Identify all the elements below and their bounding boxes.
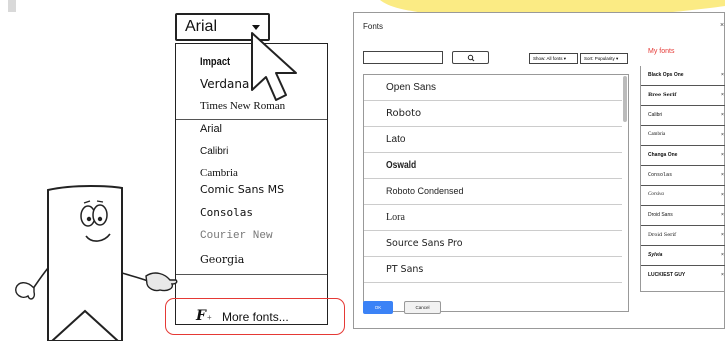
- remove-icon[interactable]: ×: [721, 112, 724, 118]
- remove-icon[interactable]: ×: [721, 192, 724, 198]
- font-list-label: Roboto: [386, 108, 422, 119]
- font-list-item[interactable]: Roboto Condensed: [364, 179, 622, 205]
- my-font-item[interactable]: Calibri ×: [641, 106, 725, 126]
- font-list-label: Source Sans Pro: [386, 238, 463, 249]
- my-font-item[interactable]: Consolas ×: [641, 166, 725, 186]
- remove-icon[interactable]: ×: [721, 232, 724, 238]
- my-font-label: Black Ops One: [648, 72, 684, 78]
- my-font-item[interactable]: LUCKIEST GUY ×: [641, 266, 725, 286]
- font-list-label: Open Sans: [386, 82, 437, 93]
- remove-icon[interactable]: ×: [721, 212, 724, 218]
- font-option-comic-sans-ms[interactable]: Comic Sans MS: [200, 183, 284, 196]
- my-fonts-list: Black Ops One × Bree Serif × Calibri × C…: [640, 66, 725, 292]
- my-font-item[interactable]: Droid Serif ×: [641, 226, 725, 246]
- font-list-label: Oswald: [386, 160, 417, 171]
- cancel-button[interactable]: Cancel: [404, 301, 441, 314]
- my-font-label: LUCKIEST GUY: [648, 272, 686, 278]
- font-option-courier-new[interactable]: Courier New: [200, 230, 273, 242]
- my-font-item[interactable]: Corsiva ×: [641, 186, 725, 206]
- my-font-label: Sylvia: [648, 252, 663, 258]
- search-button[interactable]: [452, 51, 489, 64]
- font-list-label: Lato: [386, 134, 406, 145]
- font-option-impact[interactable]: Impact: [200, 56, 230, 68]
- my-font-item[interactable]: Black Ops One ×: [641, 66, 725, 86]
- document-mascot: [15, 185, 178, 341]
- my-font-label: Corsiva: [648, 192, 664, 197]
- font-option-calibri[interactable]: Calibri: [200, 146, 228, 157]
- remove-icon[interactable]: ×: [721, 272, 724, 278]
- my-font-item[interactable]: Cambria ×: [641, 126, 725, 146]
- font-search-input[interactable]: [363, 51, 443, 64]
- close-icon[interactable]: ×: [720, 22, 724, 29]
- font-list-item[interactable]: Oswald: [364, 153, 622, 179]
- ok-button[interactable]: OK: [363, 301, 393, 314]
- font-list-item[interactable]: Source Sans Pro: [364, 231, 622, 257]
- mouse-pointer-icon: [251, 32, 297, 101]
- font-list-label: PT Sans: [386, 264, 424, 275]
- font-option-georgia[interactable]: Georgia: [200, 253, 244, 266]
- remove-icon[interactable]: ×: [721, 152, 724, 158]
- remove-icon[interactable]: ×: [721, 92, 724, 98]
- corner-block: [8, 0, 16, 12]
- font-list-item[interactable]: Lato: [364, 127, 622, 153]
- font-list-item[interactable]: Open Sans: [364, 75, 622, 101]
- my-fonts-title: My fonts: [648, 48, 675, 55]
- font-list-scrollbar[interactable]: [623, 76, 627, 122]
- show-filter-select[interactable]: Show: All fonts ▾: [529, 53, 578, 64]
- my-font-label: Consolas: [648, 172, 673, 178]
- remove-icon[interactable]: ×: [721, 172, 724, 178]
- remove-icon[interactable]: ×: [721, 132, 724, 138]
- font-list-label: Lora: [386, 212, 405, 223]
- font-list: Open Sans Roboto Lato Oswald Roboto Cond…: [363, 74, 629, 312]
- my-font-label: Cambria: [648, 132, 666, 137]
- my-font-label: Calibri: [648, 112, 663, 118]
- menu-divider: [176, 119, 327, 120]
- my-font-label: Bree Serif: [648, 92, 677, 98]
- my-font-label: Changa One: [648, 152, 678, 158]
- font-option-verdana[interactable]: Verdana: [200, 77, 249, 91]
- remove-icon[interactable]: ×: [721, 72, 724, 78]
- my-font-item[interactable]: Changa One ×: [641, 146, 725, 166]
- my-font-item[interactable]: Droid Sans ×: [641, 206, 725, 226]
- font-list-item[interactable]: Roboto: [364, 101, 622, 127]
- font-option-consolas[interactable]: Consolas: [200, 206, 253, 219]
- my-font-label: Droid Serif: [648, 232, 677, 238]
- sort-select[interactable]: Sort: Popularity ▾: [580, 53, 628, 64]
- font-option-arial[interactable]: Arial: [200, 123, 222, 135]
- dropdown-selected-value: Arial: [185, 18, 218, 35]
- menu-divider: [176, 274, 327, 275]
- font-list-item[interactable]: Lora: [364, 205, 622, 231]
- search-icon: [467, 54, 475, 62]
- font-list-item[interactable]: PT Sans: [364, 257, 622, 283]
- font-list-label: Roboto Condensed: [386, 186, 464, 196]
- add-font-icon: F: [196, 308, 206, 324]
- font-option-cambria[interactable]: Cambria: [200, 167, 238, 179]
- plus-icon: +: [207, 313, 212, 322]
- remove-icon[interactable]: ×: [721, 252, 724, 258]
- my-font-item[interactable]: Bree Serif ×: [641, 86, 725, 106]
- my-font-item[interactable]: Sylvia ×: [641, 246, 725, 266]
- my-font-label: Droid Sans: [648, 212, 673, 218]
- dialog-title: Fonts: [363, 22, 384, 31]
- more-fonts-link[interactable]: More fonts...: [222, 310, 289, 324]
